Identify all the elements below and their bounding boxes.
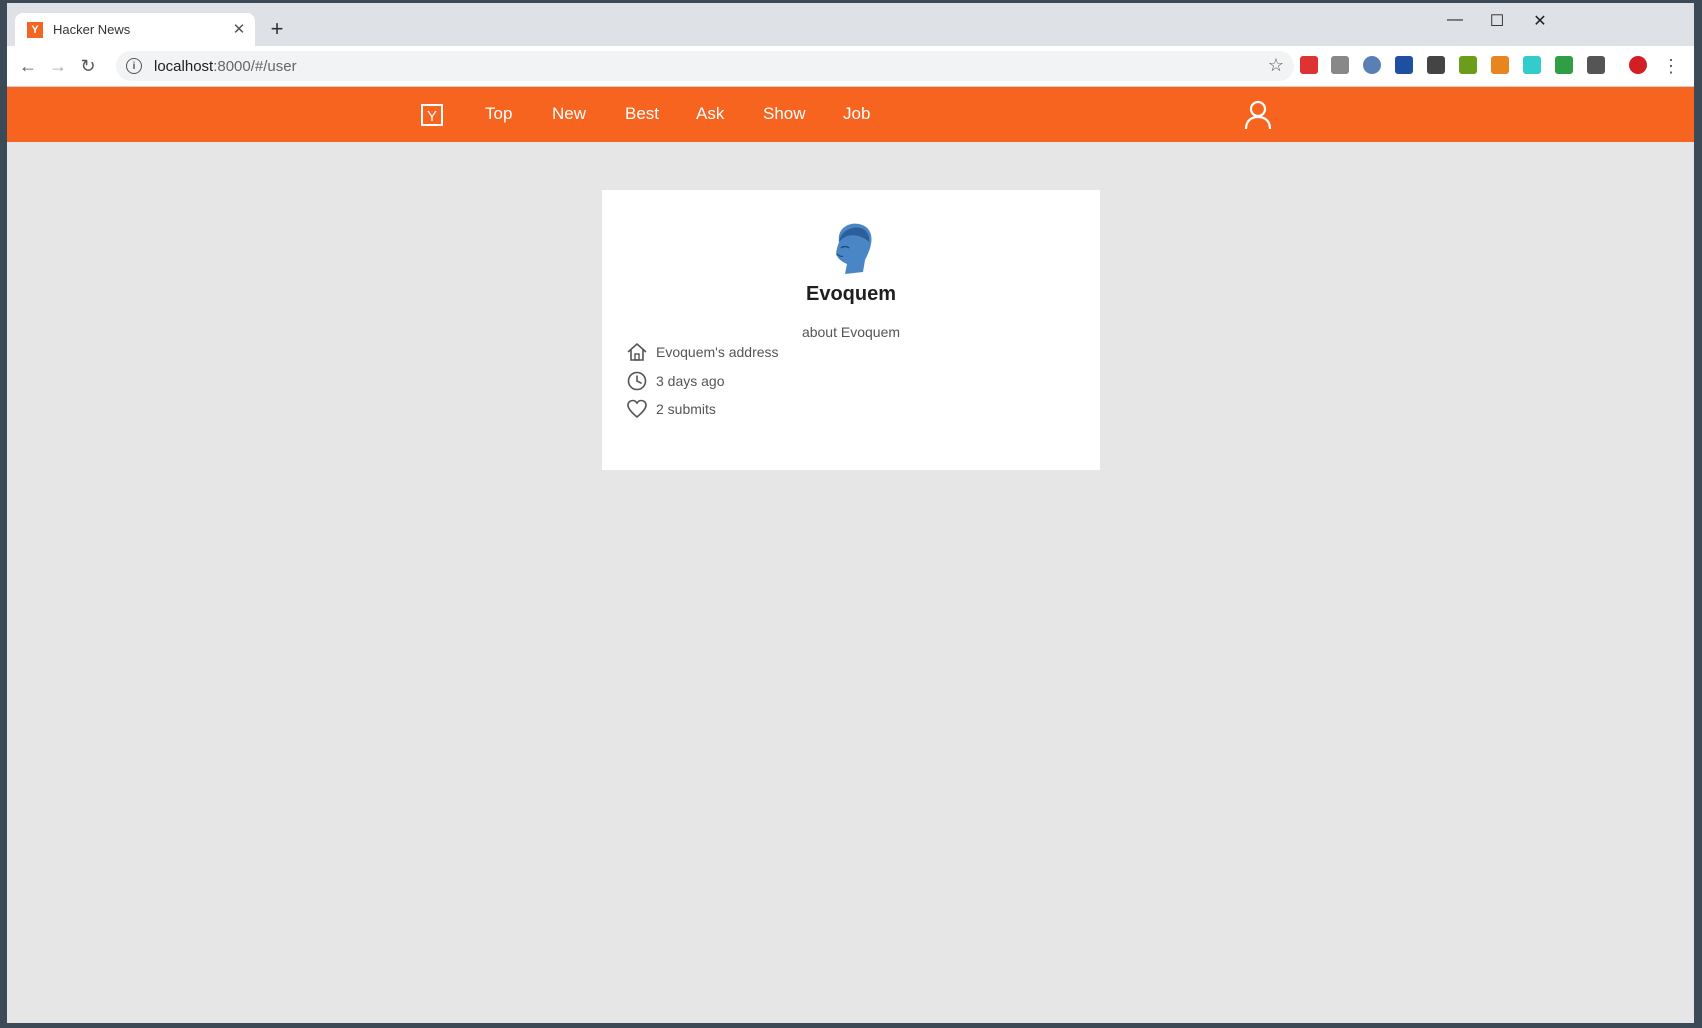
submits-text: 2 submits: [656, 401, 716, 417]
nav-job[interactable]: Job: [843, 104, 870, 124]
extension-icon[interactable]: [1300, 56, 1318, 74]
nav-top[interactable]: Top: [485, 104, 512, 124]
address-row: Evoquem's address: [626, 341, 779, 363]
address-bar[interactable]: i localhost:8000/#/user ☆: [116, 51, 1294, 81]
reload-icon[interactable]: ↻: [77, 55, 99, 77]
forward-arrow-icon[interactable]: →: [47, 55, 69, 77]
address-text: Evoquem's address: [656, 344, 779, 360]
extension-icon[interactable]: [1491, 56, 1509, 74]
nav-new[interactable]: New: [552, 104, 586, 124]
extension-icon[interactable]: [1523, 56, 1541, 74]
back-arrow-icon[interactable]: ←: [17, 55, 39, 77]
extension-icon[interactable]: [1555, 56, 1573, 74]
tab-bar: Y Hacker News ✕ + — ☐ ✕: [7, 3, 1694, 46]
user-profile-card: Evoquem about Evoquem Evoquem's address …: [602, 190, 1100, 470]
username: Evoquem: [805, 283, 897, 305]
menu-dots-icon[interactable]: ⋮: [1660, 55, 1682, 77]
extension-icon[interactable]: [1331, 56, 1349, 74]
extension-icon[interactable]: [1363, 56, 1381, 74]
nav-ask[interactable]: Ask: [696, 104, 724, 124]
logo-icon[interactable]: Y: [421, 104, 443, 126]
browser-window: Y Hacker News ✕ + — ☐ ✕ ← → ↻ i localhos…: [7, 3, 1694, 1023]
extension-icon[interactable]: [1427, 56, 1445, 74]
browser-tab[interactable]: Y Hacker News ✕: [15, 13, 255, 46]
user-icon[interactable]: [1244, 100, 1272, 130]
nav-best[interactable]: Best: [625, 104, 659, 124]
extension-icon[interactable]: [1587, 56, 1605, 74]
created-row: 3 days ago: [626, 370, 725, 392]
favicon-icon: Y: [27, 21, 43, 38]
nav-show[interactable]: Show: [763, 104, 806, 124]
clock-icon: [627, 371, 647, 391]
maximize-icon[interactable]: ☐: [1482, 11, 1512, 31]
avatar: [836, 223, 872, 274]
extension-icon[interactable]: [1459, 56, 1477, 74]
heart-icon: [627, 399, 647, 418]
close-window-icon[interactable]: ✕: [1525, 11, 1555, 31]
minimize-icon[interactable]: —: [1440, 11, 1470, 31]
home-icon: [627, 343, 647, 361]
site-header: Y Top New Best Ask Show Job: [7, 87, 1694, 142]
bookmark-star-icon[interactable]: ☆: [1268, 55, 1284, 76]
tab-title: Hacker News: [53, 22, 131, 37]
created-text: 3 days ago: [656, 373, 725, 389]
extension-icon[interactable]: [1629, 56, 1647, 74]
site-info-icon[interactable]: i: [126, 58, 142, 74]
extension-icon[interactable]: [1395, 56, 1413, 74]
about-text: about Evoquem: [801, 324, 901, 340]
new-tab-plus-icon[interactable]: +: [265, 18, 289, 42]
browser-toolbar: ← → ↻ i localhost:8000/#/user ☆ ⋮: [7, 46, 1694, 87]
submits-row: 2 submits: [626, 398, 716, 420]
tab-close-icon[interactable]: ✕: [229, 20, 249, 40]
url-text[interactable]: localhost:8000/#/user: [154, 58, 297, 75]
